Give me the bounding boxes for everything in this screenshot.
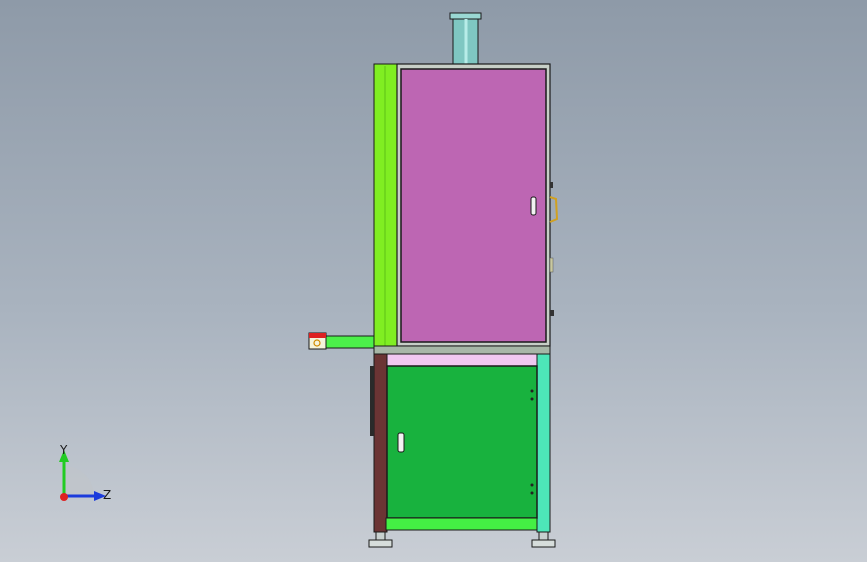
upper-cabinet-door[interactable] bbox=[400, 68, 547, 343]
lower-door-handle[interactable] bbox=[397, 432, 405, 453]
exhaust-pipe[interactable] bbox=[449, 12, 482, 65]
x-axis-dot-icon bbox=[60, 493, 68, 501]
lower-top-panel[interactable] bbox=[385, 353, 539, 367]
z-label: Z bbox=[103, 488, 111, 502]
y-label: Y bbox=[59, 443, 68, 457]
side-latch bbox=[549, 182, 559, 316]
cad-viewport[interactable]: Y Z bbox=[0, 0, 867, 562]
bottom-rail[interactable] bbox=[385, 517, 538, 531]
right-foot[interactable] bbox=[531, 531, 556, 548]
crossbar[interactable] bbox=[373, 345, 551, 355]
left-hinge-strip bbox=[370, 366, 374, 436]
side-bracket-arm[interactable] bbox=[308, 332, 375, 350]
axis-triad[interactable]: Y Z bbox=[46, 440, 116, 510]
right-leg[interactable] bbox=[536, 353, 551, 533]
triad-plane-icon bbox=[64, 466, 94, 496]
left-foot[interactable] bbox=[368, 531, 393, 548]
left-leg[interactable] bbox=[373, 353, 388, 533]
cabinet-model[interactable] bbox=[0, 0, 867, 562]
upper-door-handle[interactable] bbox=[530, 196, 537, 216]
lower-cabinet-door[interactable] bbox=[386, 365, 538, 519]
